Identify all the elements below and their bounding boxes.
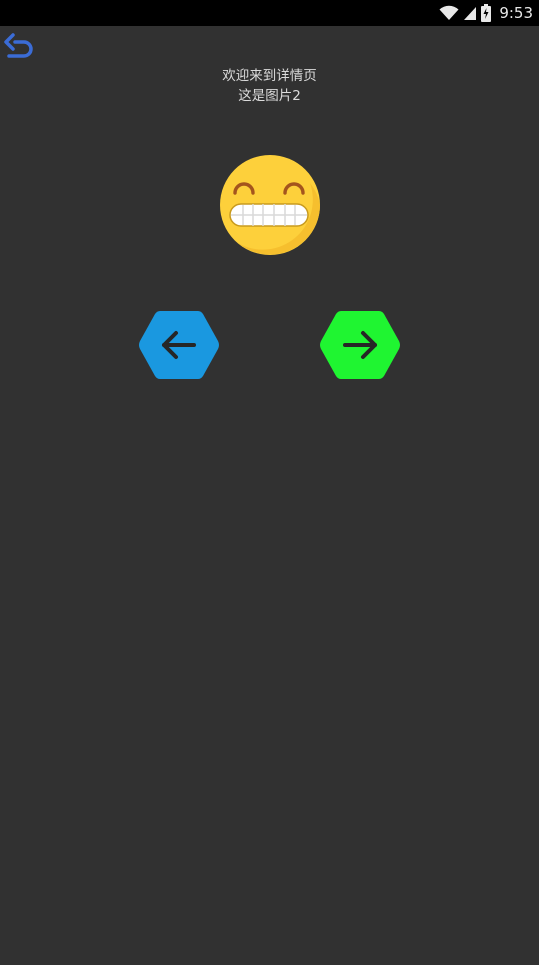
- detail-screen: 9:53 欢迎来到详情页 这是图片2: [0, 0, 539, 965]
- previous-image-button[interactable]: [138, 308, 220, 382]
- image-caption: 这是图片2: [238, 88, 301, 104]
- grinning-face-emoji: [220, 155, 320, 255]
- back-button[interactable]: [3, 32, 37, 62]
- wifi-icon: [439, 5, 459, 20]
- welcome-text: 欢迎来到详情页: [222, 68, 317, 84]
- header: 欢迎来到详情页 这是图片2: [0, 66, 539, 106]
- status-icons: 9:53: [439, 0, 533, 26]
- status-time: 9:53: [499, 4, 533, 22]
- undo-arrow-icon: [4, 33, 33, 58]
- signal-icon: [464, 7, 477, 20]
- battery-icon: [481, 4, 492, 22]
- status-bar: 9:53: [0, 0, 539, 26]
- next-image-button[interactable]: [319, 308, 401, 382]
